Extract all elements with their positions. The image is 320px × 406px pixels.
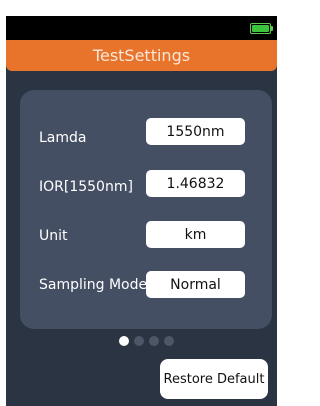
battery-tip [271, 26, 273, 31]
battery-level [252, 25, 269, 32]
sampling-mode-field[interactable]: Normal [146, 271, 245, 298]
page-dot-1[interactable] [119, 336, 129, 346]
page-indicator [119, 336, 174, 346]
unit-label: Unit [39, 228, 68, 244]
ior-label: IOR[1550nm] [39, 179, 133, 195]
ior-field[interactable]: 1.46832 [146, 170, 245, 197]
unit-value: km [184, 226, 207, 243]
status-bar [6, 16, 277, 40]
page-title-text: TestSettings [92, 46, 191, 65]
device-screen: TestSettings Lamda 1550nm IOR[1550nm] 1.… [6, 16, 277, 406]
lamda-value: 1550nm [166, 123, 225, 140]
lamda-label: Lamda [39, 130, 87, 146]
page-dot-3[interactable] [149, 336, 159, 346]
page-dot-2[interactable] [134, 336, 144, 346]
sampling-mode-value: Normal [170, 276, 221, 293]
lamda-field[interactable]: 1550nm [146, 118, 245, 145]
page-title: TestSettings [6, 40, 277, 71]
restore-default-label: Restore Default [163, 371, 265, 387]
restore-default-button[interactable]: Restore Default [160, 359, 268, 399]
battery-icon [250, 23, 271, 34]
ior-value: 1.46832 [166, 175, 225, 192]
unit-field[interactable]: km [146, 221, 245, 248]
page-dot-4[interactable] [164, 336, 174, 346]
sampling-mode-label: Sampling Mode [39, 277, 148, 293]
settings-panel: Lamda 1550nm IOR[1550nm] 1.46832 Unit km… [20, 90, 272, 329]
